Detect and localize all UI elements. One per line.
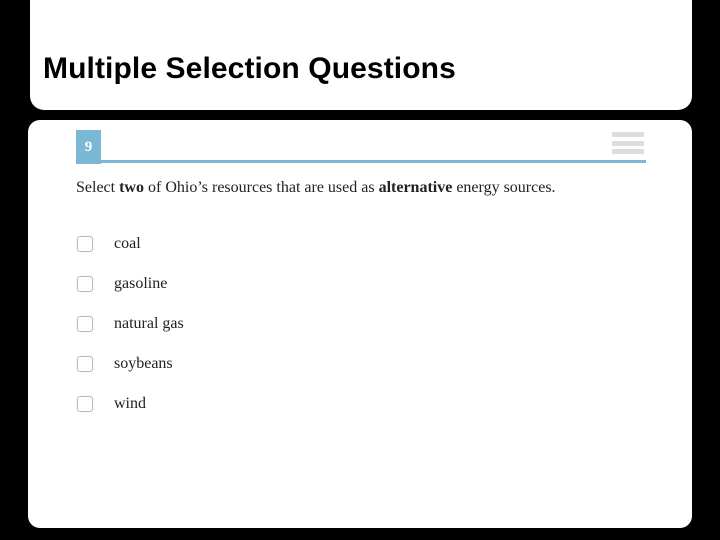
prompt-bold-alternative: alternative: [378, 179, 453, 196]
prompt-text-2: of Ohio’s resources that are used as: [143, 179, 379, 196]
option-label-3: natural gas: [114, 315, 184, 332]
hamburger-bar-1: [612, 132, 644, 137]
checkbox-gasoline[interactable]: [77, 276, 93, 292]
question-number-badge: 9: [76, 130, 101, 164]
checkbox-natural-gas[interactable]: [77, 316, 93, 332]
option-row-1[interactable]: coal: [28, 224, 692, 264]
slide-title-card: Multiple Selection Questions: [30, 0, 692, 110]
prompt-text-3: energy sources.: [452, 179, 556, 196]
page-title: Multiple Selection Questions: [43, 52, 456, 85]
options-list: coal gasoline natural gas soybeans wind: [28, 224, 692, 424]
question-card: 9 Select two of Ohio’s resources that ar…: [28, 120, 692, 528]
checkbox-wind[interactable]: [77, 396, 93, 412]
prompt-text-1: Select: [76, 179, 120, 196]
option-label-1: coal: [114, 235, 141, 252]
question-prompt: Select two of Ohio’s resources that are …: [76, 178, 676, 197]
option-label-5: wind: [114, 395, 146, 412]
option-label-2: gasoline: [114, 275, 168, 292]
checkbox-coal[interactable]: [77, 236, 93, 252]
hamburger-bar-2: [612, 140, 644, 146]
option-row-4[interactable]: soybeans: [28, 344, 692, 384]
option-label-4: soybeans: [114, 355, 173, 372]
option-row-3[interactable]: natural gas: [28, 304, 692, 344]
question-header: 9: [28, 120, 692, 168]
hamburger-bar-3: [612, 149, 644, 154]
option-row-5[interactable]: wind: [28, 384, 692, 424]
option-row-2[interactable]: gasoline: [28, 264, 692, 304]
prompt-bold-two: two: [119, 179, 144, 196]
hamburger-menu-icon[interactable]: [612, 132, 644, 154]
checkbox-soybeans[interactable]: [77, 356, 93, 372]
header-divider-rule: [101, 160, 646, 163]
